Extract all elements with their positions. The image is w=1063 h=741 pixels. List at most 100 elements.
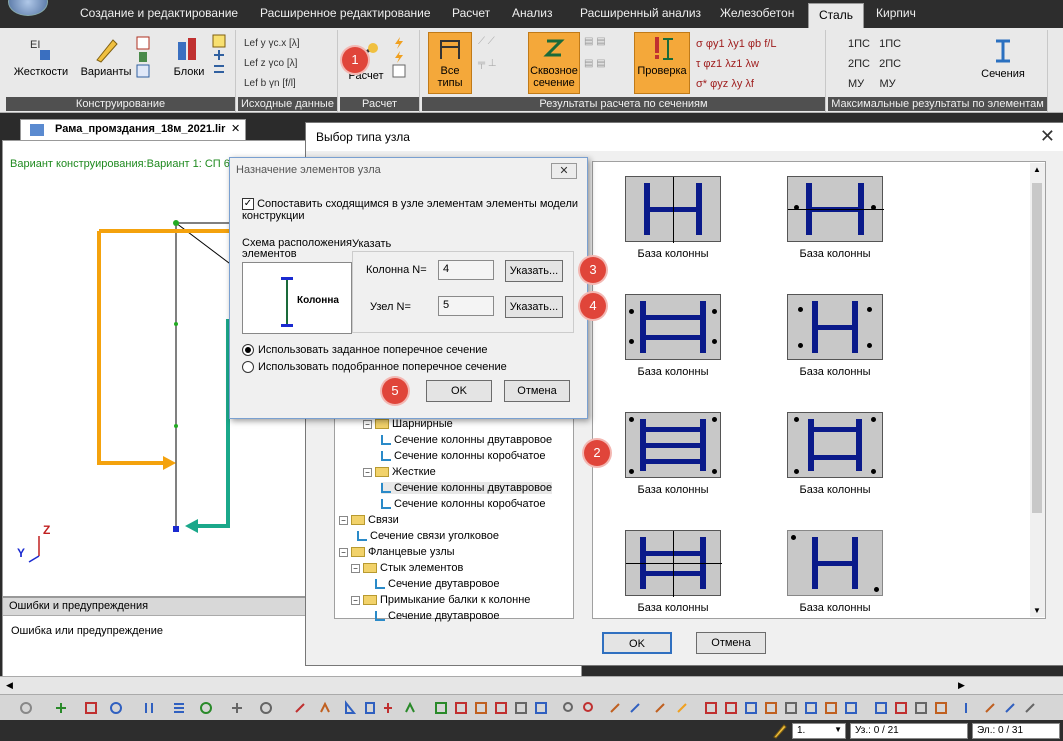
results-disabled-icons-2: ▤ ▤ ▤ ▤: [584, 36, 606, 69]
tree-item[interactable]: Сечение двутавровое: [375, 610, 500, 622]
gallery-item-column-base[interactable]: База колонны: [603, 412, 743, 496]
gallery-item-column-base[interactable]: База колонны: [765, 176, 905, 260]
tree-item[interactable]: − Стык элементов: [351, 562, 463, 574]
all-types-button[interactable]: Все типы: [428, 32, 472, 94]
konstr-small-icons[interactable]: [136, 36, 152, 78]
scrollbar-thumb[interactable]: [1032, 183, 1042, 513]
assign-cancel-button[interactable]: Отмена: [504, 380, 570, 402]
gallery-scrollbar[interactable]: ▲ ▼: [1030, 163, 1045, 617]
column-icon: [281, 277, 293, 327]
step-marker-5: 5: [382, 378, 408, 404]
dialog-close-icon[interactable]: ✕: [1040, 126, 1055, 147]
assign-ok-button[interactable]: OK: [426, 380, 492, 402]
document-tab[interactable]: Рама_промздания_18м_2021.lir ✕: [20, 119, 246, 141]
tab-create-edit[interactable]: Создание и редактирование: [80, 6, 238, 20]
tree-item[interactable]: − Жесткие: [363, 466, 436, 478]
tab-brick[interactable]: Кирпич: [876, 6, 916, 20]
section-leaf-icon: [381, 483, 391, 494]
column-number-label: Колонна N=: [366, 264, 427, 276]
folder-icon: [363, 595, 377, 606]
column-base-thumbnail: [625, 530, 722, 597]
step-marker-1: 1: [342, 47, 368, 73]
specify-node-button[interactable]: Указать...: [505, 296, 563, 318]
blocks-button[interactable]: Блоки: [166, 34, 212, 78]
group-caption: Исходные данные: [238, 97, 337, 111]
konstr-small-icons-2[interactable]: [212, 34, 228, 76]
radio-icon[interactable]: [242, 344, 254, 357]
max-results-items[interactable]: 1ПС 1ПС 2ПС 2ПС МУ МУ: [848, 34, 901, 94]
group-caption: Максимальные результаты по элементам: [828, 97, 1047, 111]
radio-given-section[interactable]: Использовать заданное поперечное сечение: [242, 344, 488, 357]
tab-advanced-analysis[interactable]: Расширенный анализ: [580, 6, 701, 20]
folder-icon: [363, 563, 377, 574]
node-number-input[interactable]: 5: [438, 296, 494, 316]
scroll-up-icon[interactable]: ▲: [1033, 165, 1041, 174]
main-ok-button[interactable]: OK: [602, 632, 672, 654]
gallery-item-column-base[interactable]: База колонны: [765, 294, 905, 378]
through-section-button[interactable]: Сквозное сечение: [528, 32, 580, 94]
column-base-thumbnail: [625, 294, 721, 360]
specify-column-button[interactable]: Указать...: [505, 260, 563, 282]
table-2-icon: [392, 64, 406, 78]
table-icon: [136, 36, 150, 50]
app-logo-icon[interactable]: [8, 0, 48, 16]
tree-item[interactable]: Сечение колонны коробчатое: [381, 450, 546, 462]
section-leaf-icon: [375, 579, 385, 590]
tab-analysis[interactable]: Анализ: [512, 6, 553, 20]
lightning-2-icon: [395, 51, 403, 63]
check-button[interactable]: Проверка: [634, 32, 690, 94]
tab-calc[interactable]: Расчет: [452, 6, 490, 20]
column-number-input[interactable]: 4: [438, 260, 494, 280]
tree-item[interactable]: Сечение связи уголковое: [357, 530, 499, 542]
gallery-item-column-base[interactable]: База колонны: [603, 176, 743, 260]
dialog-close-icon[interactable]: ✕: [551, 163, 577, 179]
close-tab-icon[interactable]: ✕: [231, 122, 240, 135]
variants-button[interactable]: Варианты: [78, 34, 134, 78]
section-leaf-icon: [381, 499, 391, 510]
radio-icon[interactable]: [242, 361, 254, 374]
pencil-icon[interactable]: [772, 723, 788, 739]
scroll-right-icon[interactable]: ▶: [958, 680, 965, 691]
tree-item[interactable]: − Фланцевые узлы: [339, 546, 455, 558]
toolbar-icons[interactable]: [16, 700, 1056, 716]
gallery-item-column-base[interactable]: База колонны: [603, 530, 743, 614]
gallery-item-column-base[interactable]: База колонны: [765, 530, 905, 614]
results-symbols[interactable]: σ φy1 λy1 φb f/L τ φz1 λz1 λw σ* φyz λy …: [696, 34, 776, 94]
horizontal-scrollbar[interactable]: ◀ ▶: [0, 676, 1063, 694]
tree-item[interactable]: − Шарнирные: [363, 418, 453, 430]
axis-z-label: Z: [43, 523, 51, 537]
ishod-params-grid[interactable]: Lef y γc.x [λ] Lef z γco [λ] Lef b γn [f…: [244, 34, 300, 94]
gallery-item-column-base[interactable]: База колонны: [603, 294, 743, 378]
tab-rc[interactable]: Железобетон: [720, 6, 794, 20]
blocks-icon: [178, 38, 196, 60]
z-section-icon: [543, 39, 565, 57]
node-number-label: Узел N=: [370, 301, 411, 313]
folder-icon: [351, 547, 365, 558]
node-type-gallery[interactable]: База колонны База колонны База колонны Б…: [592, 161, 1046, 619]
calc-small-icons[interactable]: [392, 36, 408, 78]
match-elements-checkbox[interactable]: ✓ Сопоставить сходящимся в узле элемента…: [242, 198, 582, 222]
tree-item[interactable]: Сечение колонны коробчатое: [381, 498, 546, 510]
main-cancel-button[interactable]: Отмена: [696, 632, 766, 654]
column-base-thumbnail: [787, 294, 883, 360]
scroll-left-icon[interactable]: ◀: [6, 680, 13, 691]
tab-steel[interactable]: Сталь: [808, 3, 864, 28]
tree-item[interactable]: − Примыкание балки к колонне: [351, 594, 530, 606]
svg-text:EI: EI: [30, 39, 40, 51]
sections-button[interactable]: Сечения: [978, 36, 1028, 80]
status-nodes: Уз.: 0 / 21: [850, 723, 968, 739]
radio-selected-section[interactable]: Использовать подобранное поперечное сече…: [242, 361, 507, 374]
checkbox-icon[interactable]: ✓: [242, 198, 254, 210]
status-select[interactable]: 1. ▼: [792, 723, 846, 739]
tab-advanced-edit[interactable]: Расширенное редактирование: [260, 6, 431, 20]
tree-item[interactable]: Сечение колонны двутавровое: [381, 434, 552, 446]
tree-item[interactable]: − Связи: [339, 514, 399, 526]
section-leaf-icon: [375, 611, 385, 622]
tree-item[interactable]: Сечение двутавровое: [375, 578, 500, 590]
scroll-down-icon[interactable]: ▼: [1033, 606, 1041, 615]
arrows-2-icon: [214, 65, 224, 73]
stiffness-button[interactable]: EI Жесткости: [10, 34, 72, 78]
arrows-icon: [214, 50, 224, 60]
tree-item-selected[interactable]: Сечение колонны двутавровое: [381, 482, 553, 494]
gallery-item-column-base[interactable]: База колонны: [765, 412, 905, 496]
